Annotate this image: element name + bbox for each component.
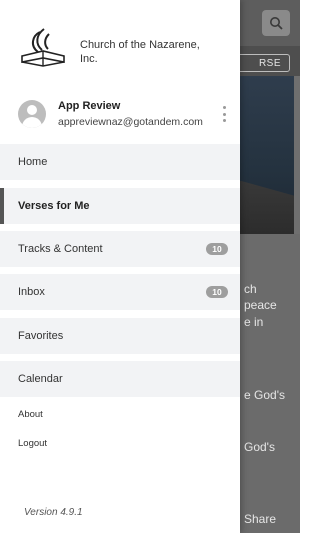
- menu-item-favorites[interactable]: Favorites: [0, 318, 240, 354]
- organization-name: Church of the Nazarene, Inc.: [80, 39, 200, 65]
- logout-link[interactable]: Logout: [18, 438, 47, 449]
- count-badge: 10: [206, 243, 228, 255]
- share-button[interactable]: Share: [244, 510, 276, 528]
- account-email: appreviewnaz@gotandem.com: [58, 116, 203, 128]
- menu-item-inbox[interactable]: Inbox 10: [0, 274, 240, 310]
- about-link[interactable]: About: [18, 409, 43, 420]
- navigation-drawer: Church of the Nazarene, Inc. App Review …: [0, 0, 240, 533]
- menu-item-label: Favorites: [18, 330, 64, 342]
- menu-item-home[interactable]: Home: [0, 144, 240, 180]
- content-text: God's: [244, 440, 275, 454]
- search-icon: [270, 17, 283, 30]
- menu-item-label: Verses for Me: [18, 200, 90, 212]
- menu-item-calendar[interactable]: Calendar: [0, 361, 240, 397]
- brand-header: Church of the Nazarene, Inc.: [18, 26, 200, 72]
- menu-item-label: Inbox: [18, 286, 45, 298]
- menu-item-label: Calendar: [18, 373, 63, 385]
- menu-item-label: Tracks & Content: [18, 243, 103, 255]
- content-text: peace: [244, 298, 277, 312]
- content-text: e in: [244, 315, 264, 329]
- version-label: Version 4.9.1: [24, 507, 83, 518]
- content-text: e God's: [244, 388, 285, 402]
- avatar-icon: [18, 100, 46, 128]
- menu-item-verses-for-me[interactable]: Verses for Me: [0, 188, 240, 224]
- account-name: App Review: [58, 100, 121, 112]
- count-badge: 10: [206, 286, 228, 298]
- account-header[interactable]: App Review appreviewnaz@gotandem.com: [18, 98, 240, 134]
- menu-item-label: Home: [18, 156, 48, 168]
- menu-item-tracks-content[interactable]: Tracks & Content 10: [0, 231, 240, 267]
- search-button[interactable]: [262, 10, 290, 36]
- kebab-menu-icon[interactable]: [218, 106, 230, 122]
- church-logo-icon: [21, 28, 65, 67]
